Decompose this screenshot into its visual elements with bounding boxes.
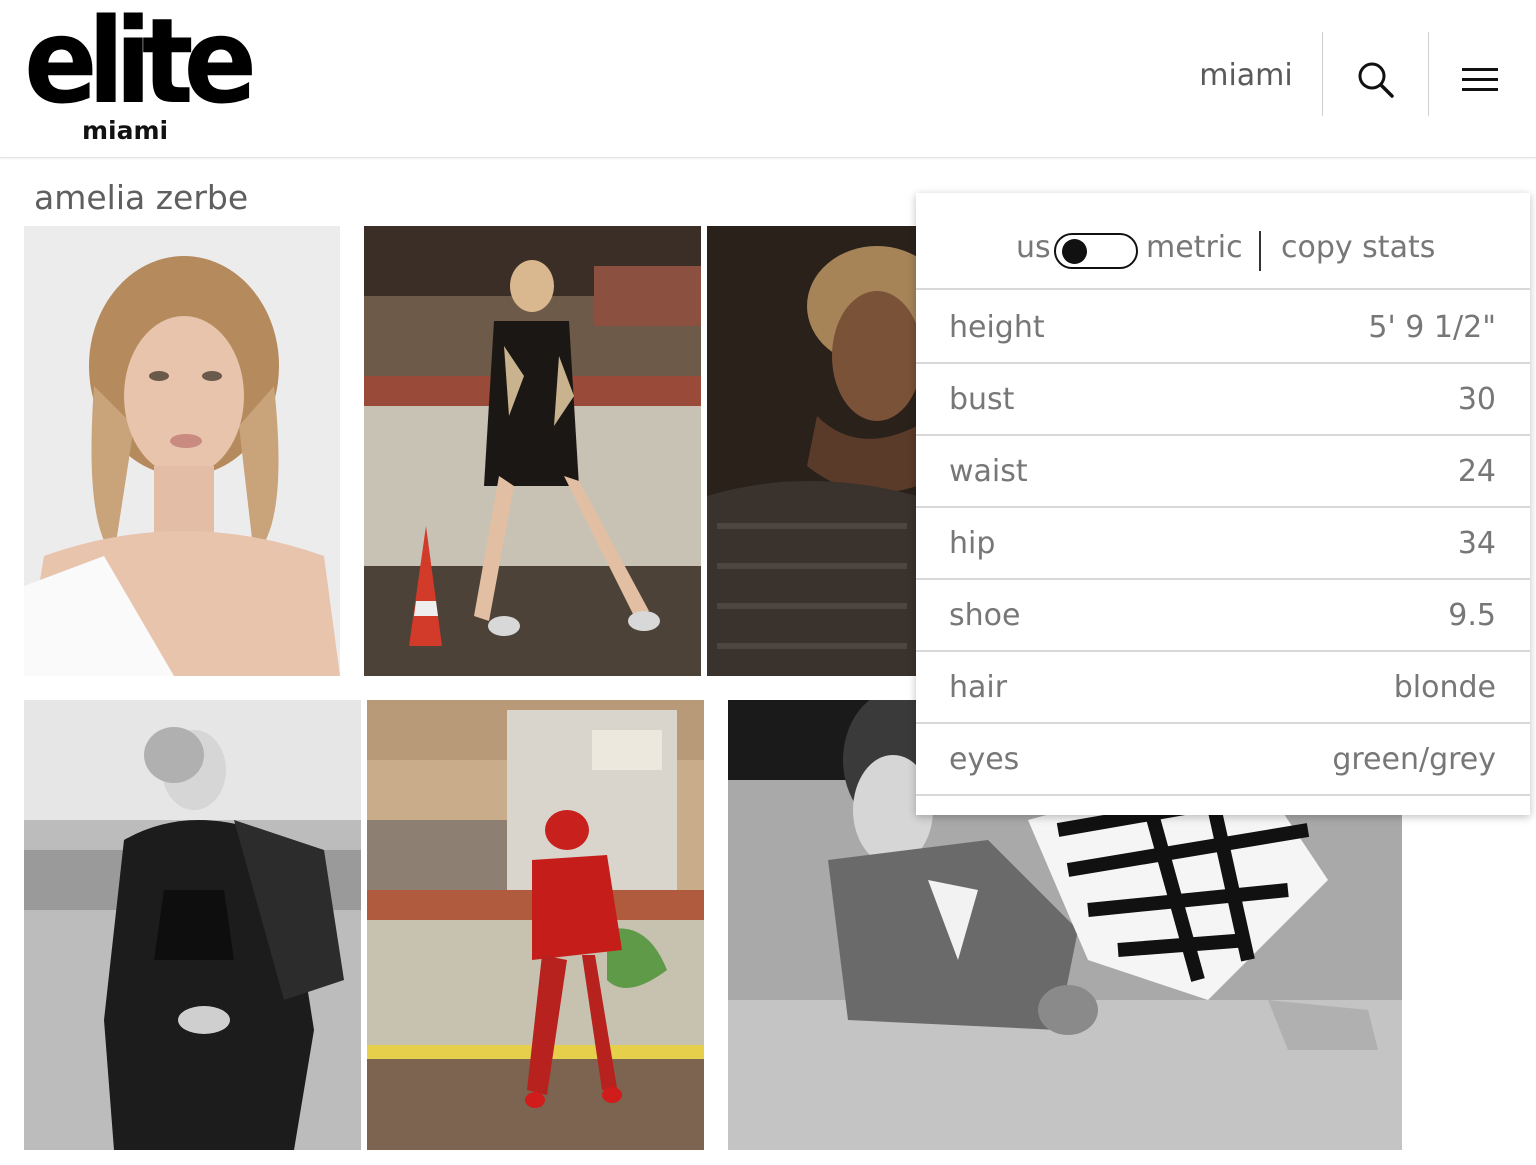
units-divider xyxy=(1259,231,1261,271)
photo-portrait-headshot[interactable] xyxy=(24,226,340,676)
stat-value: 5' 9 1/2" xyxy=(1368,310,1496,345)
unit-toggle-switch[interactable] xyxy=(1054,233,1138,269)
stat-row-hair: hair blonde xyxy=(916,652,1530,724)
photo-image xyxy=(24,700,361,1150)
stat-value: green/grey xyxy=(1332,742,1496,777)
stat-value: 34 xyxy=(1457,526,1496,561)
stat-label: hip xyxy=(949,526,996,561)
site-header: elite miami miami xyxy=(0,0,1536,158)
stat-label: waist xyxy=(949,454,1028,489)
photo-bw-leather-jacket-editorial[interactable] xyxy=(24,700,361,1150)
photo-image xyxy=(367,700,704,1150)
stat-value: 30 xyxy=(1457,382,1496,417)
menu-button[interactable] xyxy=(1450,52,1510,108)
copy-stats-button[interactable]: copy stats xyxy=(1281,230,1435,265)
photo-seated-street-editorial[interactable] xyxy=(364,226,701,676)
stat-row-eyes: eyes green/grey xyxy=(916,724,1530,796)
elite-miami-logo[interactable]: elite miami xyxy=(24,2,257,147)
logo-city: miami xyxy=(82,116,169,145)
stat-row-hip: hip 34 xyxy=(916,508,1530,580)
photo-image xyxy=(364,226,701,676)
photo-image xyxy=(707,226,917,676)
stat-label: height xyxy=(949,310,1045,345)
model-stats-panel: us metric copy stats height 5' 9 1/2" bu… xyxy=(916,193,1530,815)
page-title: amelia zerbe xyxy=(34,178,249,217)
stat-value: 24 xyxy=(1457,454,1496,489)
search-icon xyxy=(1358,62,1394,98)
stat-label: bust xyxy=(949,382,1015,417)
unit-us-label[interactable]: us xyxy=(1016,230,1051,265)
search-button[interactable] xyxy=(1346,52,1406,108)
stat-value: blonde xyxy=(1393,670,1496,705)
stat-label: shoe xyxy=(949,598,1021,633)
stat-value: 9.5 xyxy=(1448,598,1496,633)
stat-row-height: height 5' 9 1/2" xyxy=(916,292,1530,364)
stat-label: eyes xyxy=(949,742,1020,777)
stat-row-shoe: shoe 9.5 xyxy=(916,580,1530,652)
toggle-knob xyxy=(1062,239,1087,264)
photo-image xyxy=(24,226,340,676)
unit-metric-label[interactable]: metric xyxy=(1146,230,1243,265)
header-divider xyxy=(1322,32,1323,116)
logo-wordmark: elite xyxy=(24,0,257,130)
stat-label: hair xyxy=(949,670,1008,705)
unit-switch-row: us metric copy stats xyxy=(916,193,1530,290)
photo-red-outfit-street-editorial[interactable] xyxy=(367,700,704,1150)
stat-row-bust: bust 30 xyxy=(916,364,1530,436)
stat-row-waist: waist 24 xyxy=(916,436,1530,508)
hamburger-menu-icon xyxy=(1462,68,1498,91)
city-selector-link[interactable]: miami xyxy=(1190,58,1302,93)
header-divider xyxy=(1428,32,1429,116)
photo-dark-closeup-editorial[interactable] xyxy=(707,226,917,676)
